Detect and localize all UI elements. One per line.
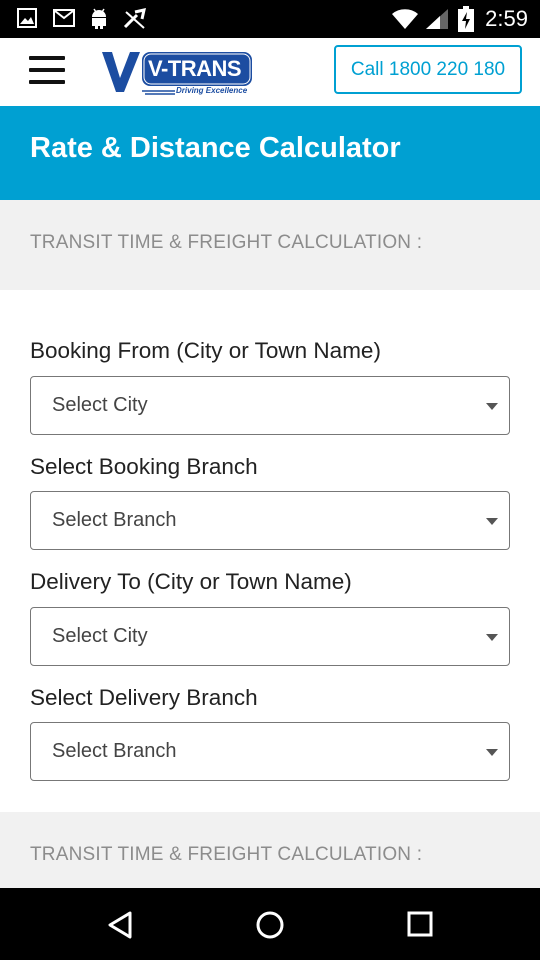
battery-charging-icon — [458, 6, 474, 32]
gmail-icon — [53, 9, 75, 27]
page-title: Rate & Distance Calculator — [30, 132, 401, 164]
wifi-icon — [392, 9, 418, 29]
delivery-branch-label: Select Delivery Branch — [30, 685, 258, 710]
booking-branch-value: Select Branch — [52, 509, 177, 531]
system-nav-bar — [0, 888, 540, 960]
app-header: V-TRANS Driving Excellence Call 1800 220… — [0, 38, 540, 106]
booking-branch-select[interactable]: Select Branch — [30, 491, 510, 550]
wrench-icon — [123, 8, 146, 29]
section-header-label: TRANSIT TIME & FREIGHT CALCULATION : — [30, 232, 423, 253]
booking-from-label: Booking From (City or Town Name) — [30, 338, 381, 363]
delivery-branch-value: Select Branch — [52, 740, 177, 762]
recents-icon[interactable] — [407, 911, 433, 937]
booking-city-value: Select City — [52, 394, 148, 416]
logo-text: V-TRANS — [148, 56, 242, 81]
booking-branch-label: Select Booking Branch — [30, 454, 258, 479]
delivery-city-select[interactable]: Select City — [30, 607, 510, 666]
delivery-to-label: Delivery To (City or Town Name) — [30, 569, 352, 594]
booking-city-select[interactable]: Select City — [30, 376, 510, 435]
section-header-top: TRANSIT TIME & FREIGHT CALCULATION : — [0, 200, 540, 290]
dropdown-arrow-icon — [486, 518, 498, 525]
back-icon[interactable] — [106, 910, 134, 940]
home-icon[interactable] — [255, 910, 285, 940]
vtrans-logo: V-TRANS Driving Excellence — [100, 48, 256, 98]
delivery-city-value: Select City — [52, 625, 148, 647]
section-header-bottom: TRANSIT TIME & FREIGHT CALCULATION : — [0, 812, 540, 888]
dropdown-arrow-icon — [486, 634, 498, 641]
delivery-branch-select[interactable]: Select Branch — [30, 722, 510, 781]
clock-time: 2:59 — [485, 6, 528, 31]
section-header-label: TRANSIT TIME & FREIGHT CALCULATION : — [30, 844, 423, 865]
menu-icon[interactable] — [29, 56, 65, 84]
logo-tagline: Driving Excellence — [176, 86, 248, 95]
cell-signal-icon — [426, 9, 448, 29]
call-button[interactable]: Call 1800 220 180 — [334, 45, 522, 94]
android-icon — [92, 8, 106, 29]
dropdown-arrow-icon — [486, 403, 498, 410]
page-banner: Rate & Distance Calculator — [0, 106, 540, 200]
dropdown-arrow-icon — [486, 749, 498, 756]
image-icon — [17, 8, 37, 28]
status-bar: 2:59 — [0, 0, 540, 38]
